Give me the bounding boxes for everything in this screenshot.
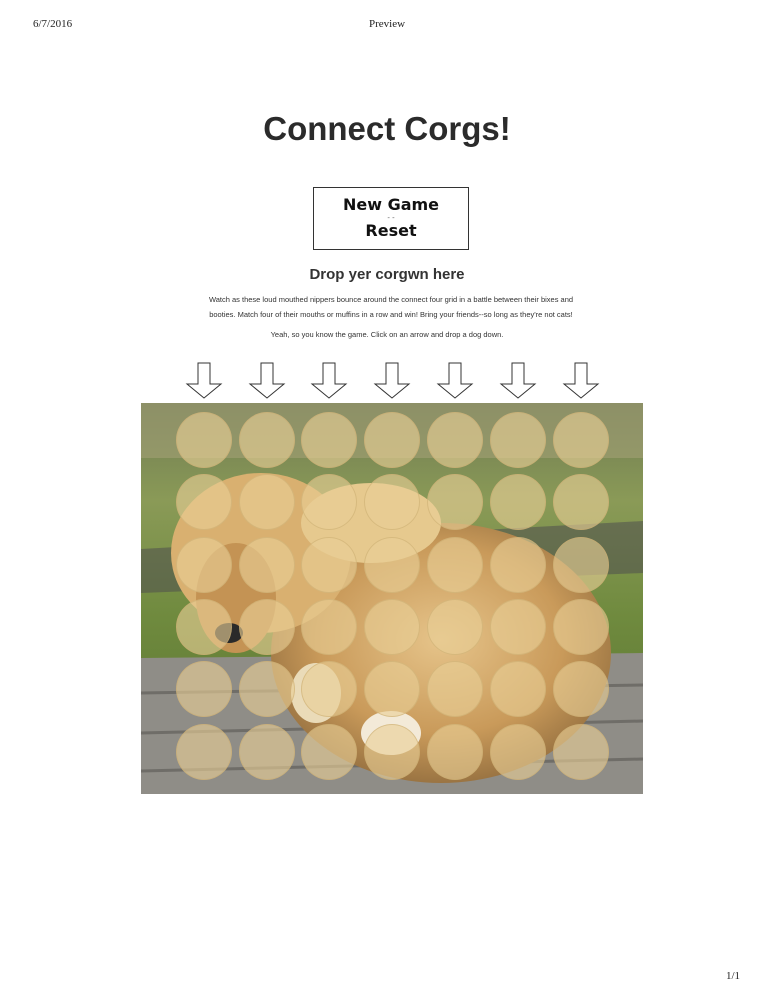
new-game-reset-button[interactable]: New Game - - Reset	[313, 187, 469, 250]
board-cell[interactable]	[427, 599, 483, 655]
board-cell[interactable]	[301, 412, 357, 468]
board-cell[interactable]	[490, 474, 546, 530]
board-cell[interactable]	[176, 599, 232, 655]
board-cell[interactable]	[490, 661, 546, 717]
new-game-label[interactable]: New Game	[314, 196, 468, 214]
board-cell[interactable]	[301, 599, 357, 655]
board-cell[interactable]	[239, 537, 295, 593]
board-cell[interactable]	[364, 724, 420, 780]
board-cell[interactable]	[490, 412, 546, 468]
board-cell[interactable]	[239, 661, 295, 717]
board-cell[interactable]	[176, 661, 232, 717]
page-title: Connect Corgs!	[263, 110, 511, 147]
down-arrow-icon[interactable]	[498, 362, 538, 400]
board-cell[interactable]	[364, 474, 420, 530]
drop-arrow-row	[0, 362, 774, 400]
board-cell[interactable]	[427, 412, 483, 468]
board-cell[interactable]	[553, 537, 609, 593]
board-cell[interactable]	[364, 599, 420, 655]
board-cell[interactable]	[239, 724, 295, 780]
board-cell[interactable]	[427, 724, 483, 780]
down-arrow-icon[interactable]	[435, 362, 475, 400]
print-header: 6/7/2016 Preview	[0, 18, 774, 32]
board-cell[interactable]	[490, 537, 546, 593]
board-cell[interactable]	[553, 724, 609, 780]
board-cell[interactable]	[176, 537, 232, 593]
board-cell[interactable]	[553, 412, 609, 468]
down-arrow-icon[interactable]	[309, 362, 349, 400]
board-cell[interactable]	[176, 724, 232, 780]
board-cell[interactable]	[490, 724, 546, 780]
board-cell[interactable]	[490, 599, 546, 655]
reset-label[interactable]: Reset	[314, 222, 468, 240]
game-description: Watch as these loud mouthed nippers boun…	[208, 295, 574, 319]
drop-heading: Drop yer corgwn here	[309, 266, 465, 283]
board-cell[interactable]	[427, 537, 483, 593]
down-arrow-icon[interactable]	[561, 362, 601, 400]
down-arrow-icon[interactable]	[372, 362, 412, 400]
board-cell[interactable]	[301, 724, 357, 780]
board-cell[interactable]	[364, 412, 420, 468]
board-cell[interactable]	[427, 474, 483, 530]
board-cell[interactable]	[239, 412, 295, 468]
board-cell[interactable]	[301, 661, 357, 717]
board-cell[interactable]	[176, 412, 232, 468]
board-cell[interactable]	[427, 661, 483, 717]
board-cell[interactable]	[364, 537, 420, 593]
page-number: 1/1	[725, 970, 740, 982]
board-cell[interactable]	[301, 537, 357, 593]
board-cell[interactable]	[239, 599, 295, 655]
board-cell[interactable]	[176, 474, 232, 530]
down-arrow-icon[interactable]	[247, 362, 287, 400]
board-cell[interactable]	[301, 474, 357, 530]
game-instructions: Yeah, so you know the game. Click on an …	[270, 330, 504, 339]
board-cell[interactable]	[239, 474, 295, 530]
board-cell[interactable]	[553, 661, 609, 717]
down-arrow-icon[interactable]	[184, 362, 224, 400]
board-cell[interactable]	[364, 661, 420, 717]
board-cell[interactable]	[553, 599, 609, 655]
game-board	[141, 403, 643, 794]
board-cell[interactable]	[553, 474, 609, 530]
print-title: Preview	[368, 18, 406, 30]
